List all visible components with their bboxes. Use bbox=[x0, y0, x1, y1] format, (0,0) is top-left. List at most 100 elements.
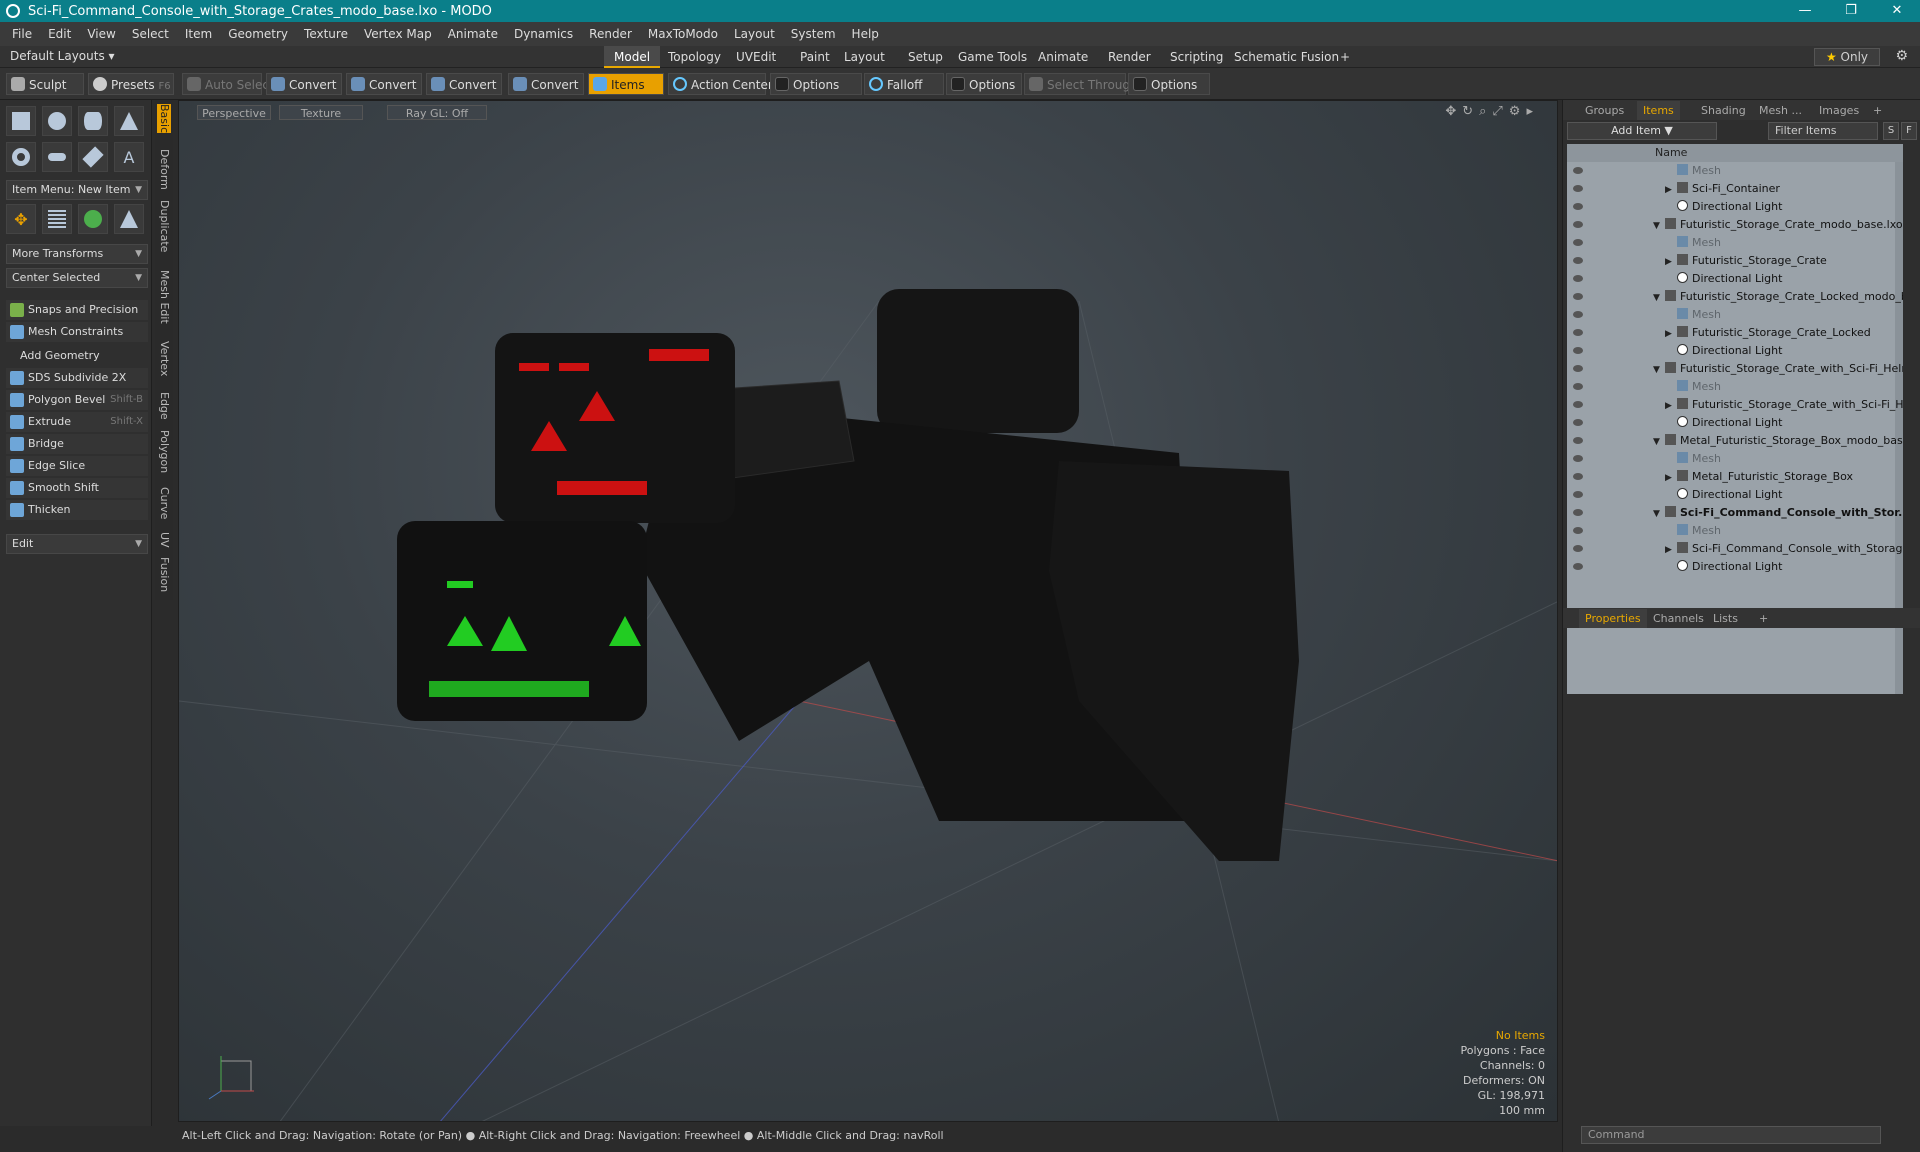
menu-maxtomodo[interactable]: MaxToModo bbox=[640, 27, 726, 41]
tree-item[interactable]: Mesh bbox=[1567, 234, 1903, 252]
eye-icon[interactable] bbox=[1573, 455, 1583, 462]
panel-tab-images[interactable]: Images bbox=[1813, 101, 1865, 120]
action-center-button[interactable]: Action Center bbox=[668, 73, 773, 95]
tool-bridge[interactable]: Bridge bbox=[6, 434, 148, 454]
add-item-button[interactable]: Add Item ▼ bbox=[1567, 122, 1717, 140]
tab-animate[interactable]: Animate bbox=[1028, 46, 1098, 68]
tree-item[interactable]: ▶ Futuristic_Storage_Crate bbox=[1567, 252, 1903, 270]
grid-tool[interactable] bbox=[42, 204, 72, 234]
menu-animate[interactable]: Animate bbox=[440, 27, 506, 41]
tree-item[interactable]: ▶ Futuristic_Storage_Crate_with_Sci-Fi_H … bbox=[1567, 396, 1903, 414]
auto-select-button[interactable]: Auto Select bbox=[182, 73, 274, 95]
default-layouts-dropdown[interactable]: Default Layouts ▾ bbox=[10, 49, 115, 63]
expand-arrow-icon[interactable]: ▼ bbox=[1653, 289, 1665, 307]
menu-edit[interactable]: Edit bbox=[40, 27, 79, 41]
menu-select[interactable]: Select bbox=[124, 27, 177, 41]
tree-item[interactable]: ▼ Sci-Fi_Command_Console_with_Stor... bbox=[1567, 504, 1903, 522]
eye-icon[interactable] bbox=[1573, 293, 1583, 300]
eye-icon[interactable] bbox=[1573, 401, 1583, 408]
pen-tool[interactable] bbox=[78, 142, 108, 172]
falloff-options-button[interactable]: Options bbox=[946, 73, 1022, 95]
edit-dropdown[interactable]: Edit ▼ bbox=[6, 534, 148, 554]
eye-icon[interactable] bbox=[1573, 185, 1583, 192]
tree-item[interactable]: Directional Light bbox=[1567, 342, 1903, 360]
vtab-vertex[interactable]: Vertex bbox=[157, 341, 171, 376]
tool-sds-subdivide-2x[interactable]: SDS Subdivide 2X bbox=[6, 368, 148, 388]
rotate-tool[interactable] bbox=[78, 204, 108, 234]
menu-geometry[interactable]: Geometry bbox=[220, 27, 296, 41]
snaps-precision-button[interactable]: Snaps and Precision bbox=[6, 300, 148, 320]
falloff-button[interactable]: Falloff bbox=[864, 73, 944, 95]
tab-uvedit[interactable]: UVEdit bbox=[726, 46, 786, 68]
eye-icon[interactable] bbox=[1573, 221, 1583, 228]
menu-render[interactable]: Render bbox=[581, 27, 640, 41]
vtab-mesh-edit[interactable]: Mesh Edit bbox=[157, 270, 171, 324]
command-input[interactable]: Command bbox=[1581, 1126, 1881, 1144]
tree-item[interactable]: ▶ Futuristic_Storage_Crate_Locked bbox=[1567, 324, 1903, 342]
convert-polygons-button[interactable]: Convert bbox=[426, 73, 502, 95]
expand-arrow-icon[interactable]: ▶ bbox=[1665, 181, 1677, 199]
action-center-options-button[interactable]: Options bbox=[770, 73, 862, 95]
tab-render[interactable]: Render bbox=[1098, 46, 1161, 68]
tool-smooth-shift[interactable]: Smooth Shift bbox=[6, 478, 148, 498]
center-selected-dropdown[interactable]: Center Selected ▼ bbox=[6, 268, 148, 288]
eye-icon[interactable] bbox=[1573, 527, 1583, 534]
tree-item[interactable]: ▼ Futuristic_Storage_Crate_modo_base.lxo bbox=[1567, 216, 1903, 234]
tree-item[interactable]: ▼ Metal_Futuristic_Storage_Box_modo_base … bbox=[1567, 432, 1903, 450]
expand-arrow-icon[interactable]: ▶ bbox=[1665, 469, 1677, 487]
tab-game-tools[interactable]: Game Tools bbox=[948, 46, 1037, 68]
tab-setup[interactable]: Setup bbox=[898, 46, 953, 68]
eye-icon[interactable] bbox=[1573, 437, 1583, 444]
tab-scripting[interactable]: Scripting bbox=[1160, 46, 1233, 68]
tree-item[interactable]: Mesh bbox=[1567, 306, 1903, 324]
tube-tool[interactable] bbox=[42, 142, 72, 172]
eye-icon[interactable] bbox=[1573, 509, 1583, 516]
more-transforms-dropdown[interactable]: More Transforms ▼ bbox=[6, 244, 148, 264]
eye-icon[interactable] bbox=[1573, 383, 1583, 390]
tab-layout[interactable]: Layout bbox=[834, 46, 895, 68]
panel-tab-items[interactable]: Items bbox=[1637, 101, 1680, 120]
tree-item[interactable]: Directional Light bbox=[1567, 198, 1903, 216]
tree-item[interactable]: Mesh bbox=[1567, 522, 1903, 540]
convert-vertices-button[interactable]: Convert bbox=[266, 73, 342, 95]
menu-vertex-map[interactable]: Vertex Map bbox=[356, 27, 440, 41]
tree-item[interactable]: ▶ Sci-Fi_Container bbox=[1567, 180, 1903, 198]
maximize-button[interactable]: ❐ bbox=[1828, 0, 1874, 22]
tree-item[interactable]: Mesh bbox=[1567, 450, 1903, 468]
tool-extrude[interactable]: Extrude Shift-X bbox=[6, 412, 148, 432]
expand-arrow-icon[interactable]: ▶ bbox=[1665, 541, 1677, 559]
tree-item[interactable]: ▶ Metal_Futuristic_Storage_Box bbox=[1567, 468, 1903, 486]
presets-button[interactable]: Presets F6 bbox=[88, 73, 174, 95]
panel-tab-shading[interactable]: Shading bbox=[1695, 101, 1752, 120]
expand-arrow-icon[interactable]: ▼ bbox=[1653, 217, 1665, 235]
item-menu-dropdown[interactable]: Item Menu: New Item ▼ bbox=[6, 180, 148, 200]
sculpt-button[interactable]: Sculpt bbox=[6, 73, 84, 95]
vtab-edge[interactable]: Edge bbox=[157, 392, 171, 420]
eye-icon[interactable] bbox=[1573, 545, 1583, 552]
scale-tool[interactable] bbox=[114, 204, 144, 234]
tree-item[interactable]: Mesh bbox=[1567, 162, 1903, 180]
panel-tab-+[interactable]: + bbox=[1867, 101, 1888, 120]
tree-item[interactable]: ▼ Futuristic_Storage_Crate_Locked_modo_b … bbox=[1567, 288, 1903, 306]
menu-file[interactable]: File bbox=[4, 27, 40, 41]
select-options-button[interactable]: Options bbox=[1128, 73, 1210, 95]
vtab-basic[interactable]: Basic bbox=[157, 104, 171, 134]
eye-icon[interactable] bbox=[1573, 329, 1583, 336]
tree-item[interactable]: Mesh bbox=[1567, 378, 1903, 396]
cylinder-tool[interactable] bbox=[78, 106, 108, 136]
eye-icon[interactable] bbox=[1573, 491, 1583, 498]
vtab-curve[interactable]: Curve bbox=[157, 487, 171, 519]
torus-tool[interactable] bbox=[6, 142, 36, 172]
menu-layout[interactable]: Layout bbox=[726, 27, 783, 41]
tree-item[interactable]: Directional Light bbox=[1567, 486, 1903, 504]
text-tool[interactable]: A bbox=[114, 142, 144, 172]
panel-tab-mesh-[interactable]: Mesh ... bbox=[1753, 101, 1808, 120]
expand-arrow-icon[interactable]: ▼ bbox=[1653, 505, 1665, 523]
cube-tool[interactable] bbox=[6, 106, 36, 136]
select-through-button[interactable]: Select Through bbox=[1024, 73, 1138, 95]
vtab-deform[interactable]: Deform bbox=[157, 149, 171, 190]
eye-icon[interactable] bbox=[1573, 275, 1583, 282]
filter-s-button[interactable]: S bbox=[1883, 122, 1899, 140]
panel-tab-lists[interactable]: Lists bbox=[1707, 609, 1744, 628]
expand-arrow-icon[interactable]: ▶ bbox=[1665, 397, 1677, 415]
